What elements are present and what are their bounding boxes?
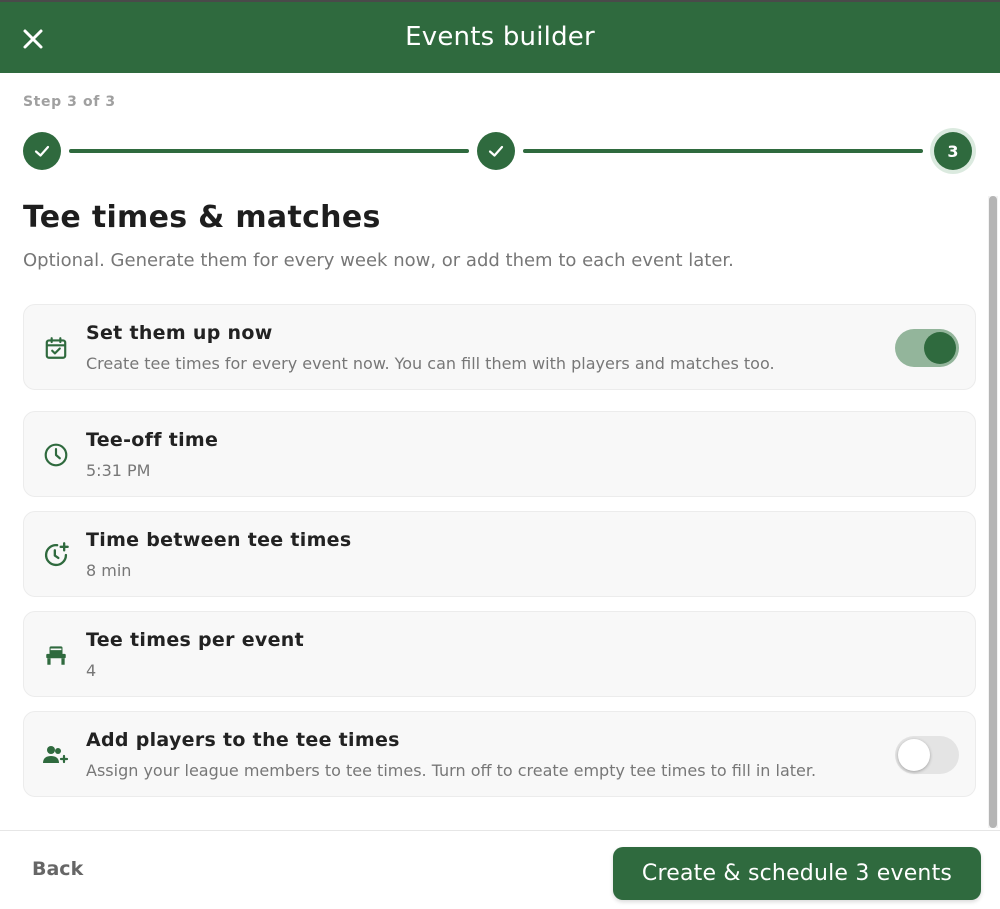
section-title: Tee times & matches: [23, 200, 381, 235]
header-bar: Events builder: [0, 0, 1000, 73]
create-schedule-button[interactable]: Create & schedule 3 events: [613, 847, 981, 900]
add-players-icon: [42, 741, 70, 769]
time-between-title: Time between tee times: [86, 529, 352, 551]
back-button[interactable]: Back: [20, 852, 95, 886]
step-label: Step 3 of 3: [23, 94, 116, 110]
section-subtitle: Optional. Generate them for every week n…: [23, 250, 734, 271]
add-players-card[interactable]: Add players to the tee times Assign your…: [23, 711, 976, 797]
step-3-current: 3: [934, 132, 972, 170]
tee-times-per-event-value: 4: [86, 661, 97, 680]
clock-plus-icon: [42, 541, 70, 569]
tee-times-per-event-card[interactable]: Tee times per event 4: [23, 611, 976, 697]
add-players-description: Assign your league members to tee times.…: [86, 761, 817, 780]
create-schedule-label: Create & schedule 3 events: [641, 861, 953, 886]
scrollbar-thumb[interactable]: [989, 196, 997, 828]
golf-cart-icon: [42, 641, 70, 669]
progress-stepper: 3: [0, 130, 1000, 172]
step-connector-1: [69, 149, 469, 153]
add-players-toggle[interactable]: [895, 736, 959, 774]
time-between-card[interactable]: Time between tee times 8 min: [23, 511, 976, 597]
clock-icon: [42, 441, 70, 469]
step-2-completed: [477, 132, 515, 170]
tee-off-time-title: Tee-off time: [86, 429, 219, 451]
setup-now-title: Set them up now: [86, 322, 273, 344]
add-players-title: Add players to the tee times: [86, 729, 400, 751]
tee-off-time-card[interactable]: Tee-off time 5:31 PM: [23, 411, 976, 497]
step-connector-2: [523, 149, 923, 153]
footer-divider: [0, 830, 1000, 831]
toggle-knob: [924, 332, 956, 364]
tee-times-per-event-title: Tee times per event: [86, 629, 304, 651]
step-1-completed: [23, 132, 61, 170]
check-icon: [34, 145, 50, 157]
setup-now-card[interactable]: Set them up now Create tee times for eve…: [23, 304, 976, 390]
header-title: Events builder: [405, 22, 595, 52]
toggle-knob: [898, 739, 930, 771]
setup-now-description: Create tee times for every event now. Yo…: [86, 354, 775, 373]
tee-off-time-value: 5:31 PM: [86, 461, 151, 480]
setup-now-toggle[interactable]: [895, 329, 959, 367]
calendar-check-icon: [42, 334, 70, 362]
step-3-number: 3: [947, 141, 959, 161]
check-icon: [488, 145, 504, 157]
time-between-value: 8 min: [86, 561, 132, 580]
